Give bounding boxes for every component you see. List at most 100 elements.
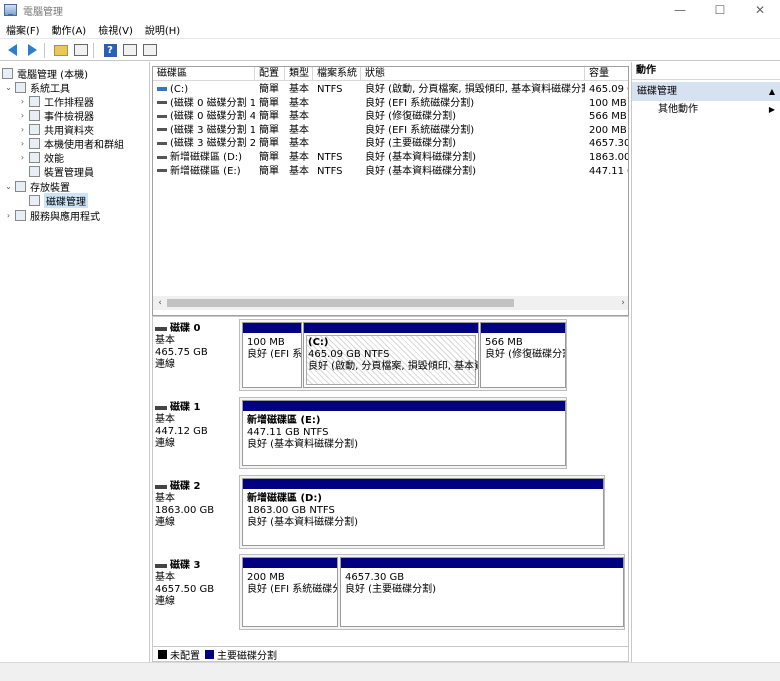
disk-icon xyxy=(155,485,167,489)
tree-item-shared-folders[interactable]: › 共用資料夾 xyxy=(18,122,94,137)
tree-item-local-users[interactable]: › 本機使用者和群組 xyxy=(18,136,124,151)
volume-row[interactable]: 新增磁碟區 (D:) 簡單 基本 NTFS 良好 (基本資料磁碟分割) 1863.00 xyxy=(153,151,628,165)
partition-disk3-efi[interactable]: 200 MB 良好 (EFI 系統磁碟分 xyxy=(242,557,338,627)
volume-cell: 良好 (修復磁碟分割) xyxy=(365,111,456,123)
disk-3-block: 200 MB 良好 (EFI 系統磁碟分 4657.30 GB 良好 (主要磁碟分割… xyxy=(239,554,625,630)
actions-header: 動作 xyxy=(632,62,780,80)
chevron-right-icon[interactable]: › xyxy=(18,125,27,134)
close-button[interactable]: ✕ xyxy=(740,0,780,20)
volume-cell: 200 MB xyxy=(589,124,627,136)
computer-icon xyxy=(2,67,13,79)
volume-cell: 基本 xyxy=(289,111,309,123)
chevron-right-icon[interactable]: › xyxy=(18,153,27,162)
users-icon xyxy=(29,137,40,149)
volume-list-header: 磁碟區 配置 類型 檔案系統 狀態 容量 xyxy=(153,67,628,81)
tree-item-task-scheduler[interactable]: › 工作排程器 xyxy=(18,94,94,109)
volume-cell: 基本 xyxy=(289,152,309,163)
chevron-down-icon[interactable]: ⌄ xyxy=(4,83,13,92)
tree-item-storage[interactable]: ⌄ 存放裝置 xyxy=(4,179,70,194)
volume-cell: 基本 xyxy=(289,138,309,150)
up-folder-button[interactable] xyxy=(53,43,69,58)
column-header-status[interactable]: 狀態 xyxy=(361,67,585,81)
maximize-button[interactable]: ☐ xyxy=(700,0,740,20)
column-header-volume[interactable]: 磁碟區 xyxy=(153,67,255,81)
scrollbar-thumb[interactable] xyxy=(167,299,514,307)
menu-action[interactable]: 動作(A) xyxy=(46,22,93,37)
chevron-right-icon[interactable]: › xyxy=(18,111,27,120)
back-arrow-icon xyxy=(7,44,17,56)
disk-icon xyxy=(155,406,167,410)
tree-item-event-viewer[interactable]: › 事件檢視器 xyxy=(18,108,94,123)
tree-item-disk-management[interactable]: 磁碟管理 xyxy=(18,192,88,208)
disk-0-block: 100 MB 良好 (EFI 系 (C:) 465.09 GB NTFS 良好 (啟動… xyxy=(239,319,567,391)
column-header-capacity[interactable]: 容量 xyxy=(585,67,628,81)
volume-row[interactable]: (磁碟 3 磁碟分割 1) 簡單 基本 良好 (EFI 系統磁碟分割) 200 MB xyxy=(153,124,628,138)
chevron-right-icon[interactable]: › xyxy=(4,211,13,220)
partition-disk0-efi[interactable]: 100 MB 良好 (EFI 系 xyxy=(242,322,302,388)
unallocated-swatch xyxy=(158,649,167,659)
tools-icon xyxy=(15,81,26,93)
tree-item-system-tools[interactable]: ⌄ 系統工具 xyxy=(4,80,70,95)
volume-name-cell: 新增磁碟區 (D:) xyxy=(153,151,255,165)
column-header-type[interactable]: 類型 xyxy=(285,67,313,81)
disk-1-label[interactable]: 磁碟 1 基本 447.12 GB 連線 xyxy=(155,402,239,450)
volume-row[interactable]: (磁碟 3 磁碟分割 2) 簡單 基本 良好 (主要磁碟分割) 4657.30 xyxy=(153,137,628,151)
disk-2-label[interactable]: 磁碟 2 基本 1863.00 GB 連線 xyxy=(155,481,239,529)
help-button[interactable]: ? xyxy=(102,43,118,58)
partition-disk0-recovery[interactable]: 566 MB 良好 (修復磁碟分割 xyxy=(480,322,566,388)
disk-0-label[interactable]: 磁碟 0 基本 465.75 GB 連線 xyxy=(155,323,239,371)
chevron-right-icon[interactable]: › xyxy=(18,139,27,148)
volume-cell: 基本 xyxy=(289,84,309,95)
collapse-up-icon[interactable]: ▲ xyxy=(769,82,775,101)
menu-help[interactable]: 說明(H) xyxy=(139,22,186,37)
volume-cell: 基本 xyxy=(289,97,309,109)
tree-item-services-apps[interactable]: › 服務與應用程式 xyxy=(4,208,100,223)
volume-cell: NTFS xyxy=(317,165,343,177)
chevron-right-icon[interactable]: › xyxy=(18,97,27,106)
partition-e-drive[interactable]: 新增磁碟區 (E:) 447.11 GB NTFS 良好 (基本資料磁碟分割) xyxy=(242,400,566,466)
volume-icon xyxy=(157,141,167,145)
disk-icon xyxy=(155,564,167,568)
partition-d-drive[interactable]: 新增磁碟區 (D:) 1863.00 GB NTFS 良好 (基本資料磁碟分割) xyxy=(242,478,604,546)
partition-disk3-primary[interactable]: 4657.30 GB 良好 (主要磁碟分割) xyxy=(340,557,624,627)
volume-row[interactable]: (C:) 簡單 基本 NTFS 良好 (啟動, 分頁檔案, 損毀傾印, 基本資料磁碟分割… xyxy=(153,83,628,97)
window-title: 電腦管理 xyxy=(23,6,63,18)
folder-up-icon xyxy=(54,44,68,56)
services-icon xyxy=(15,209,26,221)
chevron-down-icon[interactable]: ⌄ xyxy=(4,182,13,191)
show-action-pane-button[interactable] xyxy=(122,43,138,58)
menu-view[interactable]: 檢視(V) xyxy=(92,22,139,37)
show-hide-tree-button[interactable] xyxy=(73,43,89,58)
volume-cell: 基本 xyxy=(289,124,309,136)
tree-item-root[interactable]: 電腦管理 (本機) xyxy=(2,66,88,81)
console-tree-icon xyxy=(74,44,88,56)
legend-unallocated: 未配置 xyxy=(170,650,200,662)
tree-item-device-manager[interactable]: 裝置管理員 xyxy=(18,164,94,179)
menu-bar: 檔案(F) 動作(A) 檢視(V) 說明(H) xyxy=(0,20,780,39)
clock-icon xyxy=(29,95,40,107)
horizontal-scrollbar[interactable]: ‹ › xyxy=(153,296,628,310)
volume-cell xyxy=(313,137,361,151)
column-header-layout[interactable]: 配置 xyxy=(255,67,285,81)
tree-item-performance[interactable]: › 效能 xyxy=(18,150,64,165)
disk-icon xyxy=(155,327,167,331)
volume-row[interactable]: (磁碟 0 磁碟分割 4) 簡單 基本 良好 (修復磁碟分割) 566 MB xyxy=(153,110,628,124)
column-header-filesystem[interactable]: 檔案系統 xyxy=(313,67,361,81)
volume-row[interactable]: 新增磁碟區 (E:) 簡單基本 NTFS 良好 (基本資料磁碟分割) 447.11 G xyxy=(153,165,628,179)
minimize-button[interactable]: — xyxy=(660,0,700,20)
partition-c-drive[interactable]: (C:) 465.09 GB NTFS 良好 (啟動, 分頁檔案, 損毀傾印, 基本… xyxy=(303,322,479,388)
properties-button[interactable] xyxy=(142,43,158,58)
menu-file[interactable]: 檔案(F) xyxy=(0,22,46,37)
actions-section-disk-management[interactable]: 磁碟管理 ▲ xyxy=(632,82,780,101)
back-button[interactable] xyxy=(4,43,20,58)
forward-button[interactable] xyxy=(24,43,40,58)
volume-row[interactable]: (磁碟 0 磁碟分割 1) 簡單 基本 良好 (EFI 系統磁碟分割) 100 MB xyxy=(153,97,628,111)
volume-cell: 良好 (基本資料磁碟分割) xyxy=(365,165,476,177)
disk-3-label[interactable]: 磁碟 3 基本 4657.50 GB 連線 xyxy=(155,560,239,608)
volume-icon xyxy=(157,87,167,91)
scroll-left-icon[interactable]: ‹ xyxy=(153,296,167,310)
more-actions-item[interactable]: 其他動作 ▶ xyxy=(632,101,780,119)
volume-cell xyxy=(313,97,361,111)
scroll-right-icon[interactable]: › xyxy=(616,296,628,310)
volume-cell: 447.11 G xyxy=(589,165,628,177)
